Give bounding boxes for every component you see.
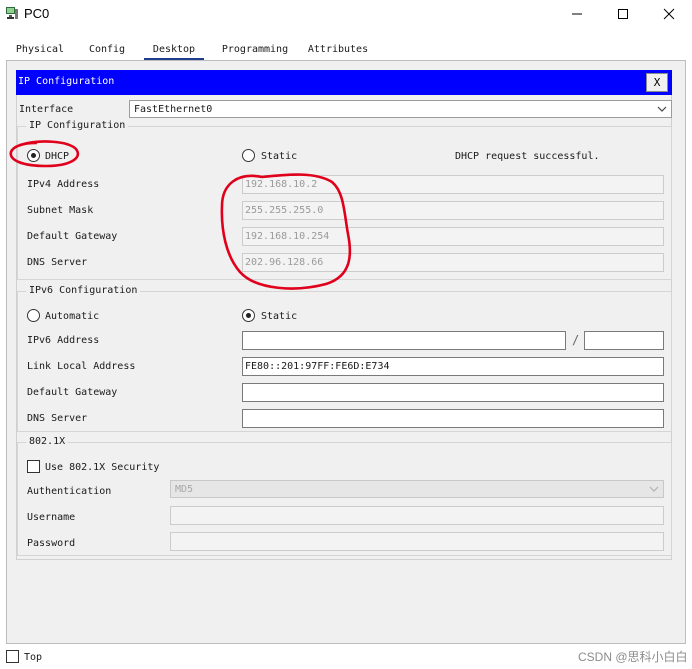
tab-bar: Physical Config Desktop Programming Attr… <box>6 40 688 60</box>
ipv4-static-label: Static <box>261 151 298 162</box>
ipv4-dns-field[interactable]: 202.96.128.66 <box>242 253 664 272</box>
tab-config[interactable]: Config <box>84 40 130 60</box>
dhcp-label: DHCP <box>45 151 70 162</box>
ipv6-static-radio[interactable] <box>242 309 255 322</box>
pc-app-icon <box>6 7 18 19</box>
ipv4-address-label: IPv4 Address <box>27 179 100 190</box>
use-8021x-label: Use 802.1X Security <box>45 462 160 473</box>
tab-programming[interactable]: Programming <box>212 40 298 60</box>
password-label: Password <box>27 538 76 549</box>
subnet-mask-label: Subnet Mask <box>27 205 94 216</box>
ipv6-group-title: IPv6 Configuration <box>26 285 141 296</box>
authentication-label: Authentication <box>27 486 112 497</box>
dot1x-group: 802.1X Use 802.1X Security Authenticatio… <box>17 436 672 556</box>
chevron-down-icon <box>657 106 667 112</box>
prefix-separator: / <box>572 333 580 347</box>
maximize-button[interactable] <box>600 0 646 28</box>
minimize-icon <box>572 13 582 15</box>
ipv6-address-field[interactable] <box>242 331 566 350</box>
ipv6-gateway-field[interactable] <box>242 383 664 402</box>
tab-physical[interactable]: Physical <box>12 40 68 60</box>
subnet-mask-field[interactable]: 255.255.255.0 <box>242 201 664 220</box>
close-window-button[interactable] <box>646 0 692 28</box>
ipv6-group: IPv6 Configuration Automatic Static IPv6… <box>17 285 672 432</box>
interface-select[interactable]: FastEthernet0 <box>129 100 672 118</box>
dialog-title: IP Configuration <box>18 76 115 87</box>
window-titlebar: PC0 <box>0 0 692 28</box>
ipv4-gateway-field[interactable]: 192.168.10.254 <box>242 227 664 246</box>
ip-config-dialog-body: Interface FastEthernet0 IP Configuration… <box>16 95 672 560</box>
chevron-down-icon <box>649 486 659 492</box>
ipv4-static-radio[interactable] <box>242 149 255 162</box>
window-title: PC0 <box>24 6 50 21</box>
csdn-watermark: CSDN @思科小白白 <box>578 650 688 664</box>
username-label: Username <box>27 512 76 523</box>
interface-value: FastEthernet0 <box>134 104 213 115</box>
password-field[interactable] <box>170 532 664 551</box>
interface-label: Interface <box>19 104 74 115</box>
ipv4-dns-label: DNS Server <box>27 257 88 268</box>
dot1x-group-title: 802.1X <box>26 436 69 447</box>
top-label: Top <box>24 652 43 663</box>
ipv6-gateway-label: Default Gateway <box>27 387 118 398</box>
ipv6-dns-label: DNS Server <box>27 413 88 424</box>
dhcp-status-text: DHCP request successful. <box>455 151 600 162</box>
authentication-value: MD5 <box>175 484 194 495</box>
ipv4-group: IP Configuration DHCP Static DHCP reques… <box>17 120 672 280</box>
ipv4-group-title: IP Configuration <box>26 120 129 131</box>
ipv4-address-field[interactable]: 192.168.10.2 <box>242 175 664 194</box>
ipv4-gateway-label: Default Gateway <box>27 231 118 242</box>
username-field[interactable] <box>170 506 664 525</box>
ipv6-automatic-label: Automatic <box>45 311 100 322</box>
tab-attributes[interactable]: Attributes <box>302 40 374 60</box>
ipv6-dns-field[interactable] <box>242 409 664 428</box>
minimize-button[interactable] <box>554 0 600 28</box>
close-icon <box>663 8 675 20</box>
ipv6-prefix-field[interactable] <box>584 331 664 350</box>
ipv6-automatic-radio[interactable] <box>27 309 40 322</box>
authentication-select[interactable]: MD5 <box>170 480 664 498</box>
tab-desktop[interactable]: Desktop <box>144 40 204 60</box>
dialog-close-button[interactable]: X <box>646 73 668 92</box>
ipv6-address-label: IPv6 Address <box>27 335 100 346</box>
ip-config-dialog-header: IP Configuration X <box>16 70 672 95</box>
top-checkbox[interactable] <box>6 650 19 663</box>
link-local-address-field[interactable]: FE80::201:97FF:FE6D:E734 <box>242 357 664 376</box>
ipv6-static-label: Static <box>261 311 298 322</box>
dhcp-radio[interactable] <box>27 149 40 162</box>
maximize-icon <box>618 9 628 19</box>
use-8021x-checkbox[interactable] <box>27 460 40 473</box>
link-local-address-label: Link Local Address <box>27 361 136 372</box>
